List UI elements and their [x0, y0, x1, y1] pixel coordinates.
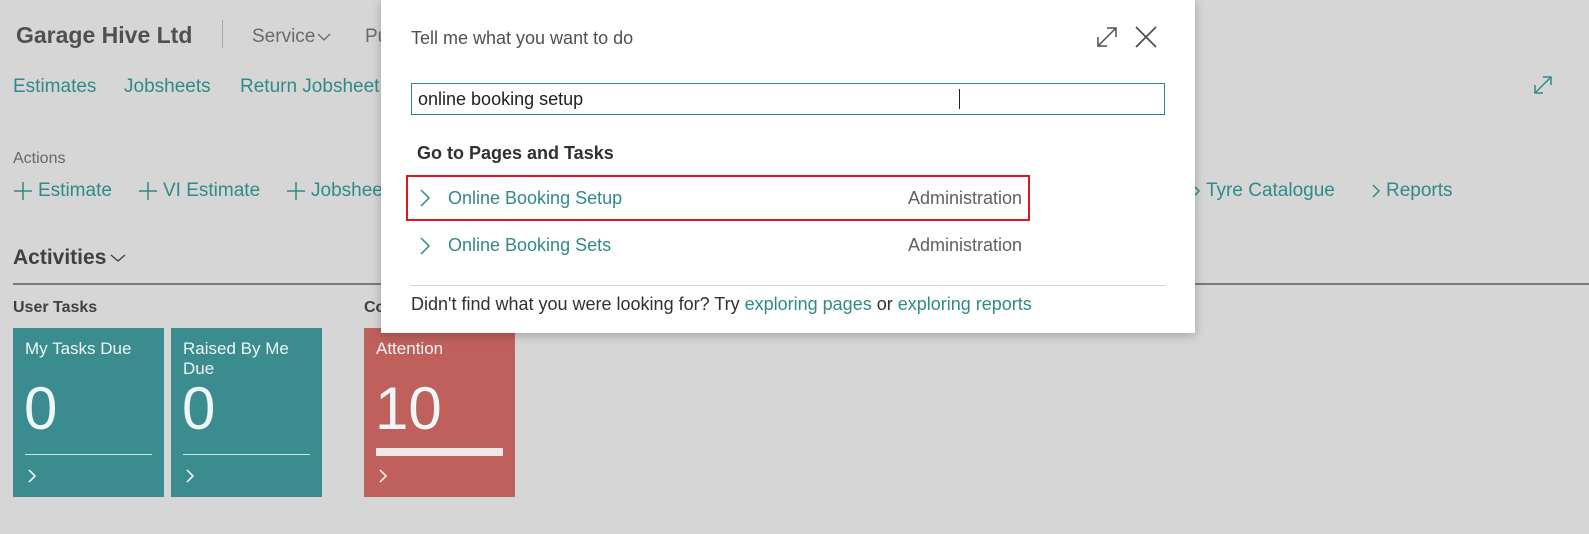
exploring-pages-link[interactable]: exploring pages — [745, 294, 872, 314]
chevron-right-icon — [420, 237, 431, 255]
activities-header[interactable]: Activities — [13, 246, 126, 270]
company-name[interactable]: Garage Hive Ltd — [16, 22, 192, 49]
action-new-vi-estimate[interactable]: VI Estimate — [138, 180, 260, 202]
tile-value: 0 — [24, 375, 58, 442]
nav-jobsheets[interactable]: Jobsheets — [124, 76, 211, 98]
expand-icon[interactable] — [1094, 24, 1120, 50]
chevron-right-icon[interactable] — [185, 468, 195, 484]
tile-divider — [25, 454, 152, 455]
tile-value: 10 — [375, 375, 442, 442]
tile-attention[interactable]: Attention 10 — [364, 328, 515, 497]
text-caret — [959, 89, 960, 109]
action-tyre-catalogue[interactable]: Tyre Catalogue — [1191, 180, 1335, 202]
tile-label: My Tasks Due — [25, 339, 132, 358]
tile-value: 0 — [182, 375, 216, 442]
chevron-right-icon — [420, 189, 431, 207]
action-label: Estimate — [38, 180, 112, 201]
tile-label: Raised By Me Due — [183, 339, 289, 378]
action-label: Tyre Catalogue — [1206, 180, 1335, 201]
menu-service-label: Service — [252, 26, 316, 47]
section-title: Go to Pages and Tasks — [417, 143, 614, 163]
tile-raised-by-me-due[interactable]: Raised By Me Due 0 — [171, 328, 322, 497]
result-name: Online Booking Setup — [448, 188, 623, 208]
plus-icon — [139, 182, 157, 200]
action-reports[interactable]: Reports — [1371, 180, 1453, 202]
chevron-down-icon — [317, 33, 331, 41]
actions-label: Actions — [13, 150, 66, 167]
search-input[interactable] — [411, 83, 1165, 115]
nav-estimates[interactable]: Estimates — [13, 76, 96, 98]
result-category: Administration — [907, 188, 1022, 208]
close-icon[interactable] — [1133, 24, 1159, 50]
chevron-down-icon — [110, 254, 126, 262]
dialog-title: Tell me what you want to do — [411, 28, 634, 48]
tile-progress-bar — [376, 448, 503, 456]
action-label: Reports — [1386, 180, 1453, 201]
chevron-right-icon[interactable] — [27, 468, 37, 484]
plus-icon — [14, 182, 32, 200]
result-name: Online Booking Sets — [448, 235, 612, 255]
tile-my-tasks-due[interactable]: My Tasks Due 0 — [13, 328, 164, 497]
dialog-divider — [411, 285, 1165, 286]
tile-label: Attention — [376, 339, 444, 358]
chevron-right-icon[interactable] — [378, 468, 388, 484]
activities-title: Activities — [13, 246, 107, 269]
tile-divider — [183, 454, 310, 455]
result-online-booking-setup[interactable]: Online Booking Setup Administration — [406, 175, 1030, 221]
result-category: Administration — [907, 235, 1022, 255]
chevron-right-icon — [1372, 184, 1381, 198]
plus-icon — [287, 182, 305, 200]
dialog-footer: Didn't find what you were looking for? T… — [411, 294, 1032, 315]
group-user-tasks: User Tasks — [13, 299, 98, 316]
result-online-booking-sets[interactable]: Online Booking Sets Administration — [411, 228, 1027, 264]
footer-text-or: or — [871, 294, 898, 314]
action-new-estimate[interactable]: Estimate — [13, 180, 112, 202]
nav-return-jobsheets[interactable]: Return Jobsheet — [240, 76, 379, 98]
header-divider — [222, 20, 223, 48]
menu-service[interactable]: Service — [252, 26, 331, 48]
exploring-reports-link[interactable]: exploring reports — [898, 294, 1032, 314]
tell-me-dialog: Tell me what you want to do Go to Pages … — [381, 0, 1195, 333]
action-label: Jobshee — [311, 180, 383, 201]
expand-page-icon[interactable] — [1532, 74, 1554, 96]
footer-text: Didn't find what you were looking for? T… — [411, 294, 745, 314]
action-label: VI Estimate — [163, 180, 261, 201]
action-new-jobsheet[interactable]: Jobshee — [286, 180, 383, 202]
